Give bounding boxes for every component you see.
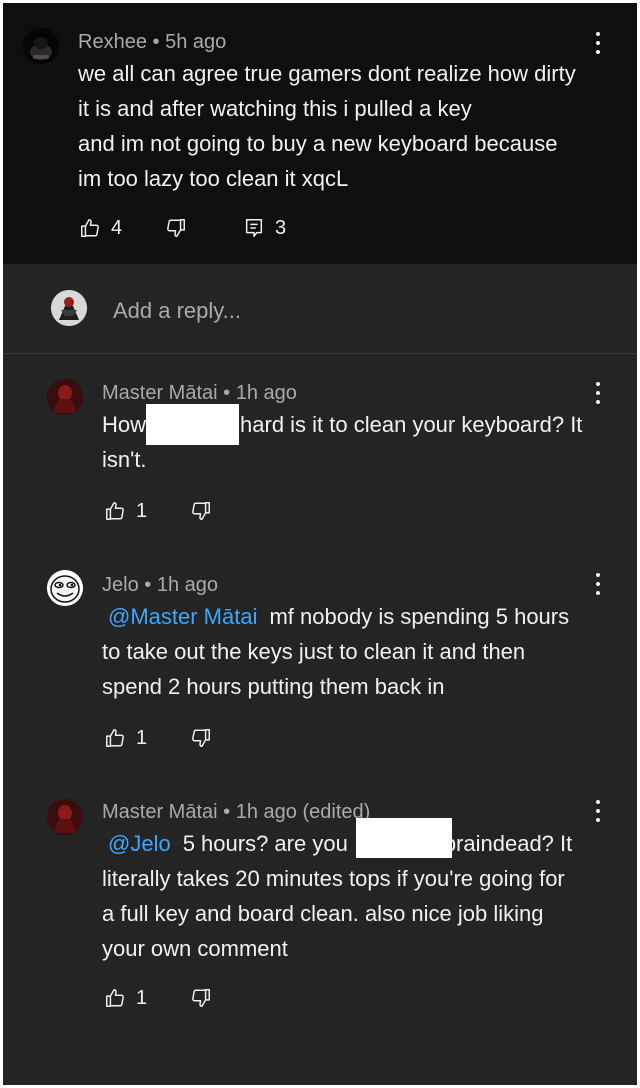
author-name[interactable]: Master Mātai	[102, 801, 218, 823]
author-name[interactable]: Jelo	[102, 574, 139, 596]
comment-text: @Jelo 5 hours? are you braindead? It liter…	[102, 826, 572, 966]
comment-text: we all can agree true gamers dont realiz…	[78, 56, 576, 196]
more-vertical-icon[interactable]	[592, 30, 604, 56]
add-reply-input[interactable]: Add a reply...	[113, 297, 241, 325]
thumbs-up-icon	[104, 727, 126, 749]
dislike-button[interactable]	[190, 724, 220, 754]
comment-text-after-redaction: hard is it to clean your keyboard? It	[240, 412, 583, 437]
more-vertical-icon[interactable]	[592, 571, 604, 597]
comment-actions: 1	[104, 984, 264, 1014]
comment-line: a full key and board clean. also nice jo…	[102, 901, 544, 926]
like-button[interactable]: 4	[79, 214, 139, 244]
comment-meta: Jelo • 1h ago	[102, 573, 218, 597]
comment-line: it is and after watching this i pulled a…	[78, 96, 472, 121]
comment-actions: 1	[104, 724, 264, 754]
comment-text-after-mention: mf nobody is spending 5 hours	[269, 604, 570, 629]
reply-composer	[3, 264, 637, 354]
dislike-button[interactable]	[165, 214, 195, 244]
author-name[interactable]: Master Mātai	[102, 382, 218, 404]
like-count: 1	[136, 500, 148, 522]
comment-line: im too lazy too clean it xqcL	[78, 166, 349, 191]
timestamp: 1h ago	[235, 382, 297, 404]
comment-thread: Rexhee • 5h ago we all can agree true ga…	[3, 3, 637, 1085]
comment-meta: Master Mātai • 1h ago (edited)	[102, 800, 370, 824]
comment-line: we all can agree true gamers dont realiz…	[78, 61, 576, 86]
avatar[interactable]	[47, 799, 83, 835]
dislike-button[interactable]	[190, 497, 220, 527]
comment-line: isn't.	[102, 447, 147, 472]
comment-meta: Rexhee • 5h ago	[78, 30, 226, 54]
avatar[interactable]	[23, 28, 59, 64]
meta-separator: •	[223, 382, 231, 404]
meta-separator: •	[152, 31, 160, 53]
avatar[interactable]	[47, 570, 83, 606]
comment-text-before-redaction: How	[102, 412, 147, 437]
comment-line: @Jelo 5 hours? are you braindead? It	[102, 826, 572, 861]
timestamp: 5h ago	[165, 31, 227, 53]
like-button[interactable]: 1	[104, 724, 164, 754]
meta-separator: •	[223, 801, 231, 823]
thumbs-down-icon	[190, 727, 212, 749]
thumbs-up-icon	[104, 500, 126, 522]
redaction-box	[356, 818, 452, 858]
comment-line: spend 2 hours putting them back in	[102, 674, 445, 699]
like-button[interactable]: 1	[104, 497, 164, 527]
meta-separator: •	[144, 574, 152, 596]
avatar[interactable]	[47, 379, 83, 415]
comment-line: to take out the keys just to clean it an…	[102, 639, 526, 664]
comment-actions: 1	[104, 497, 264, 527]
more-vertical-icon[interactable]	[592, 798, 604, 824]
thumbs-down-icon	[190, 500, 212, 522]
comment-reply-icon	[243, 217, 265, 239]
like-button[interactable]: 1	[104, 984, 164, 1014]
more-vertical-icon[interactable]	[592, 380, 604, 406]
timestamp: 1h ago (edited)	[235, 801, 371, 823]
comment-text-after-redaction: braindead? It	[443, 831, 573, 856]
replies-button[interactable]: 3	[243, 214, 303, 244]
dislike-button[interactable]	[190, 984, 220, 1014]
comment-text-before-redaction: 5 hours? are you	[182, 831, 348, 856]
like-count: 4	[111, 217, 123, 239]
comment-text: @Master Mātai mf nobody is spending 5 hou…	[102, 599, 569, 704]
author-name[interactable]: Rexhee	[78, 31, 147, 53]
comment-actions: 4 3	[79, 214, 319, 244]
like-count: 1	[136, 727, 148, 749]
reply-count: 3	[275, 217, 287, 239]
comment-meta: Master Mātai • 1h ago	[102, 381, 297, 405]
thumbs-up-icon	[79, 217, 101, 239]
avatar	[51, 290, 87, 326]
comment-line: and im not going to buy a new keyboard b…	[78, 131, 558, 156]
thumbs-down-icon	[190, 987, 212, 1009]
comment-line: your own comment	[102, 936, 288, 961]
comment-line: @Master Mātai mf nobody is spending 5 hou…	[102, 599, 569, 634]
thumbs-down-icon	[165, 217, 187, 239]
user-mention-link[interactable]: @Jelo	[108, 831, 171, 856]
timestamp: 1h ago	[156, 574, 219, 596]
thumbs-up-icon	[104, 987, 126, 1009]
redaction-box	[146, 404, 239, 445]
user-mention-link[interactable]: @Master Mātai	[108, 604, 257, 629]
like-count: 1	[136, 987, 148, 1009]
comment-line: literally takes 20 minutes tops if you'r…	[102, 866, 565, 891]
parent-comment: Rexhee • 5h ago we all can agree true ga…	[3, 3, 637, 264]
